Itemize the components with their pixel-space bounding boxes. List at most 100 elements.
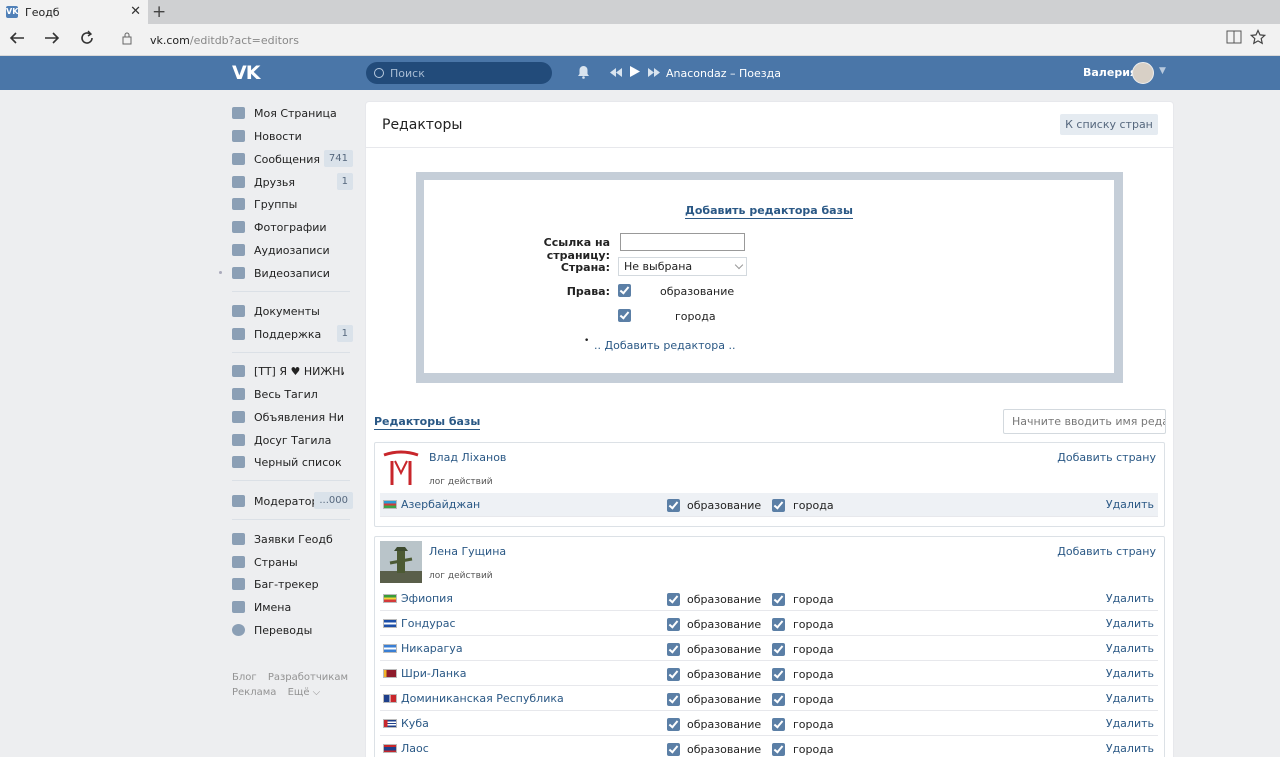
sidebar-item-friends[interactable]: Друзья 1: [230, 172, 355, 192]
country-name[interactable]: Гондурас: [401, 617, 456, 630]
user-name[interactable]: Валерия: [1083, 66, 1137, 79]
delete-link[interactable]: Удалить: [1106, 717, 1154, 730]
education-checkbox[interactable]: [618, 284, 631, 297]
forward-arrow-icon[interactable]: [43, 29, 61, 52]
sidebar-item-label: Черный список Т...: [254, 455, 344, 469]
sidebar-item-video[interactable]: Видеозаписи: [230, 263, 355, 283]
sidebar-item-photos[interactable]: Фотографии: [230, 217, 355, 237]
sidebar-item-support[interactable]: Поддержка 1: [230, 324, 355, 344]
cities-checkbox[interactable]: [772, 643, 785, 656]
track-title[interactable]: Anacondaz – Поезда: [666, 67, 781, 80]
education-checkbox[interactable]: [667, 593, 680, 606]
education-checkbox[interactable]: [667, 643, 680, 656]
briefcase-icon: [232, 533, 245, 545]
chevron-down-icon[interactable]: ▼: [1159, 66, 1166, 76]
education-checkbox[interactable]: [667, 743, 680, 756]
delete-link[interactable]: Удалить: [1106, 592, 1154, 605]
cities-checkbox[interactable]: [772, 668, 785, 681]
search-input[interactable]: [390, 66, 540, 80]
country-name[interactable]: Азербайджан: [401, 498, 480, 511]
add-country-link[interactable]: Добавить страну: [1057, 451, 1156, 464]
cities-checkbox[interactable]: [772, 618, 785, 631]
sidebar-item-audio[interactable]: Аудиозаписи: [230, 240, 355, 260]
sidebar-item-bug-tracker[interactable]: Баг-трекер: [230, 574, 355, 594]
education-label: образование: [687, 743, 762, 756]
next-track-icon[interactable]: [648, 67, 660, 80]
sidebar-item-groups[interactable]: Группы: [230, 194, 355, 214]
notifications-bell-icon[interactable]: [577, 65, 590, 79]
country-name[interactable]: Шри-Ланка: [401, 667, 466, 680]
education-checkbox[interactable]: [667, 618, 680, 631]
country-name[interactable]: Лаос: [401, 742, 429, 755]
sidebar-item-news[interactable]: Новости: [230, 126, 355, 146]
tab-close-icon[interactable]: ✕: [130, 4, 141, 19]
sidebar-item-geodb-requests[interactable]: Заявки Геодб: [230, 529, 355, 549]
delete-link[interactable]: Удалить: [1106, 692, 1154, 705]
delete-link[interactable]: Удалить: [1106, 642, 1154, 655]
editor-avatar[interactable]: [380, 541, 422, 583]
country-row: Куба образование города Удалить: [380, 712, 1158, 736]
delete-link[interactable]: Удалить: [1106, 617, 1154, 630]
cities-checkbox[interactable]: [772, 499, 785, 512]
footer-ads-link[interactable]: Реклама: [232, 687, 276, 698]
sidebar-item-documents[interactable]: Документы: [230, 301, 355, 321]
editor-log-link[interactable]: лог действий: [429, 571, 493, 581]
education-checkbox[interactable]: [667, 693, 680, 706]
user-avatar[interactable]: [1132, 62, 1154, 84]
education-checkbox[interactable]: [667, 499, 680, 512]
sidebar-item-names[interactable]: Имена: [230, 597, 355, 617]
country-row: Никарагуа образование города Удалить: [380, 637, 1158, 661]
editor-search-input[interactable]: [1003, 409, 1166, 434]
cities-checkbox[interactable]: [772, 593, 785, 606]
header-search[interactable]: [366, 62, 552, 84]
delete-link[interactable]: Удалить: [1106, 742, 1154, 755]
country-name[interactable]: Доминиканская Республика: [401, 692, 564, 705]
add-editor-link[interactable]: .. Добавить редактора ..: [594, 339, 735, 352]
cities-checkbox[interactable]: [772, 743, 785, 756]
country-select[interactable]: Не выбрана: [618, 257, 747, 276]
previous-track-icon[interactable]: [610, 67, 622, 80]
footer-more-link[interactable]: Ещё ⌵: [288, 687, 321, 698]
add-country-link[interactable]: Добавить страну: [1057, 545, 1156, 558]
page-link-input[interactable]: [620, 233, 745, 251]
play-icon[interactable]: [630, 66, 640, 80]
education-checkbox[interactable]: [667, 668, 680, 681]
country-name[interactable]: Эфиопия: [401, 592, 453, 605]
browser-tab[interactable]: VK Геодб ✕: [0, 0, 148, 24]
vk-logo-icon[interactable]: VK: [232, 62, 260, 84]
editor-name[interactable]: Влад Ліханов: [429, 451, 506, 464]
delete-link[interactable]: Удалить: [1106, 667, 1154, 680]
sidebar-item-moderator[interactable]: Модератор ...000: [230, 491, 355, 511]
group-icon: [232, 411, 245, 423]
favorite-star-icon[interactable]: [1249, 29, 1267, 49]
sidebar-item-my-page[interactable]: Моя Страница: [230, 103, 355, 123]
browser-tab-bar: VK Геодб ✕ +: [0, 0, 1280, 24]
new-tab-icon[interactable]: +: [152, 2, 166, 22]
sidebar-item-group-5[interactable]: Черный список Т...: [230, 452, 355, 472]
editor-avatar[interactable]: [380, 447, 422, 489]
refresh-icon[interactable]: [78, 29, 96, 52]
sidebar-item-translations[interactable]: Переводы: [230, 620, 355, 640]
country-name[interactable]: Никарагуа: [401, 642, 463, 655]
country-name[interactable]: Куба: [401, 717, 429, 730]
back-to-countries-button[interactable]: К списку стран: [1060, 114, 1158, 135]
sidebar-item-group-1[interactable]: [TT] Я ♥ НИЖНИЙ...: [230, 361, 355, 381]
footer-developers-link[interactable]: Разработчикам: [268, 672, 348, 683]
cities-checkbox[interactable]: [618, 309, 631, 322]
sidebar-item-group-3[interactable]: Объявления Нижн...: [230, 407, 355, 427]
footer-blog-link[interactable]: Блог: [232, 672, 257, 683]
sidebar-item-messages[interactable]: Сообщения 741: [230, 149, 355, 169]
education-checkbox[interactable]: [667, 718, 680, 731]
home-icon: [232, 107, 245, 119]
sidebar-item-group-4[interactable]: Досуг Тагила: [230, 430, 355, 450]
delete-link[interactable]: Удалить: [1106, 498, 1154, 511]
editor-log-link[interactable]: лог действий: [429, 477, 493, 487]
cities-checkbox[interactable]: [772, 718, 785, 731]
sidebar-item-countries[interactable]: Страны: [230, 552, 355, 572]
editor-name[interactable]: Лена Гущина: [429, 545, 506, 558]
cities-checkbox[interactable]: [772, 693, 785, 706]
url-field[interactable]: vk.com/editdb?act=editors: [150, 34, 299, 47]
reading-view-icon[interactable]: [1226, 29, 1242, 49]
sidebar-item-group-2[interactable]: Весь Тагил: [230, 384, 355, 404]
back-arrow-icon[interactable]: [8, 29, 26, 52]
